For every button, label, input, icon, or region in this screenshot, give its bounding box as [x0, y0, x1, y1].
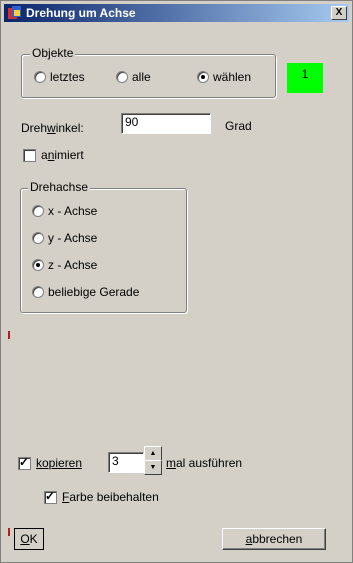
- radio-y-achse[interactable]: y - Achse: [32, 231, 97, 245]
- objekte-legend-pre: Ob: [32, 46, 49, 60]
- title-bar[interactable]: Drehung um Achse X: [4, 4, 349, 22]
- kopieren-suffix-post: al ausführen: [176, 456, 243, 470]
- checkbox-kopieren-label: kopieren: [36, 456, 83, 470]
- checkbox-farbe-label: Farbe beibehalten: [62, 490, 159, 504]
- farbe-label-post: arbe beibehalten: [69, 490, 159, 504]
- ok-button[interactable]: OK: [14, 528, 44, 550]
- animiert-label-pre: a: [41, 148, 48, 162]
- radio-waehlen[interactable]: wählen: [197, 70, 251, 84]
- objekte-legend: Objekte: [30, 46, 76, 60]
- radio-x-achse[interactable]: x - Achse: [32, 204, 97, 218]
- radio-alle[interactable]: alle: [116, 70, 151, 84]
- close-icon: X: [335, 7, 343, 18]
- radio-y-achse-dot[interactable]: [32, 232, 44, 244]
- kopieren-count-input[interactable]: 3: [108, 452, 144, 473]
- drehachse-legend: Drehachse: [28, 180, 91, 194]
- selection-count-badge: 1: [287, 63, 323, 93]
- radio-alle-label: alle: [132, 70, 151, 84]
- animiert-label-post: imiert: [54, 148, 84, 162]
- ok-button-post: K: [29, 532, 38, 546]
- drehwinkel-label: Drehwinkel:: [21, 121, 84, 135]
- radio-z-achse[interactable]: z - Achse: [32, 258, 97, 272]
- radio-alle-dot[interactable]: [116, 71, 128, 83]
- radio-letztes-label: letztes: [50, 70, 85, 84]
- drehwinkel-label-u: w: [47, 121, 56, 135]
- radio-beliebige-gerade-label: beliebige Gerade: [48, 285, 140, 299]
- radio-z-achse-dot[interactable]: [32, 259, 44, 271]
- kopieren-suffix-u: m: [166, 456, 176, 470]
- radio-letztes[interactable]: letztes: [34, 70, 85, 84]
- radio-waehlen-label: wählen: [213, 70, 252, 84]
- checkbox-kopieren-box[interactable]: [18, 455, 31, 470]
- drehwinkel-label-post: inkel:: [55, 121, 84, 135]
- checkbox-farbe-box[interactable]: [44, 489, 57, 504]
- cancel-button[interactable]: abbrechen: [222, 528, 326, 550]
- stepper-up-icon[interactable]: ▲: [144, 446, 162, 461]
- checkbox-farbe[interactable]: Farbe beibehalten: [44, 489, 159, 504]
- radio-waehlen-dot[interactable]: [197, 71, 209, 83]
- radio-y-achse-label: y - Achse: [48, 231, 98, 245]
- kopieren-stepper[interactable]: ▲ ▼: [144, 446, 162, 475]
- checkbox-animiert[interactable]: animiert: [23, 148, 84, 162]
- close-button[interactable]: X: [331, 6, 347, 20]
- radio-z-achse-label: z - Achse: [48, 258, 98, 272]
- kopieren-suffix: mal ausführen: [166, 456, 242, 470]
- checkbox-animiert-box[interactable]: [23, 148, 36, 162]
- left-edge-mark-1: [8, 331, 10, 339]
- radio-beliebige-gerade-dot[interactable]: [32, 286, 44, 298]
- window-title: Drehung um Achse: [26, 6, 136, 20]
- cancel-button-post: bbrechen: [252, 532, 303, 546]
- objekte-legend-post: ekte: [50, 46, 74, 60]
- app-icon: [8, 6, 21, 19]
- checkbox-animiert-label: animiert: [41, 148, 84, 162]
- radio-x-achse-label: x - Achse: [48, 204, 98, 218]
- radio-x-achse-dot[interactable]: [32, 205, 44, 217]
- radio-beliebige-gerade[interactable]: beliebige Gerade: [32, 285, 139, 299]
- ok-button-u: O: [20, 532, 30, 546]
- left-edge-mark-2: [8, 528, 10, 536]
- drehwinkel-unit: Grad: [225, 119, 252, 133]
- drehwinkel-input[interactable]: 90: [121, 113, 211, 134]
- checkbox-kopieren[interactable]: kopieren: [18, 455, 83, 470]
- dialog-window: Drehung um Achse X Objekte letztes alle …: [0, 0, 353, 563]
- stepper-down-icon[interactable]: ▼: [144, 460, 162, 475]
- drehwinkel-label-pre: Dreh: [21, 121, 48, 135]
- radio-letztes-dot[interactable]: [34, 71, 46, 83]
